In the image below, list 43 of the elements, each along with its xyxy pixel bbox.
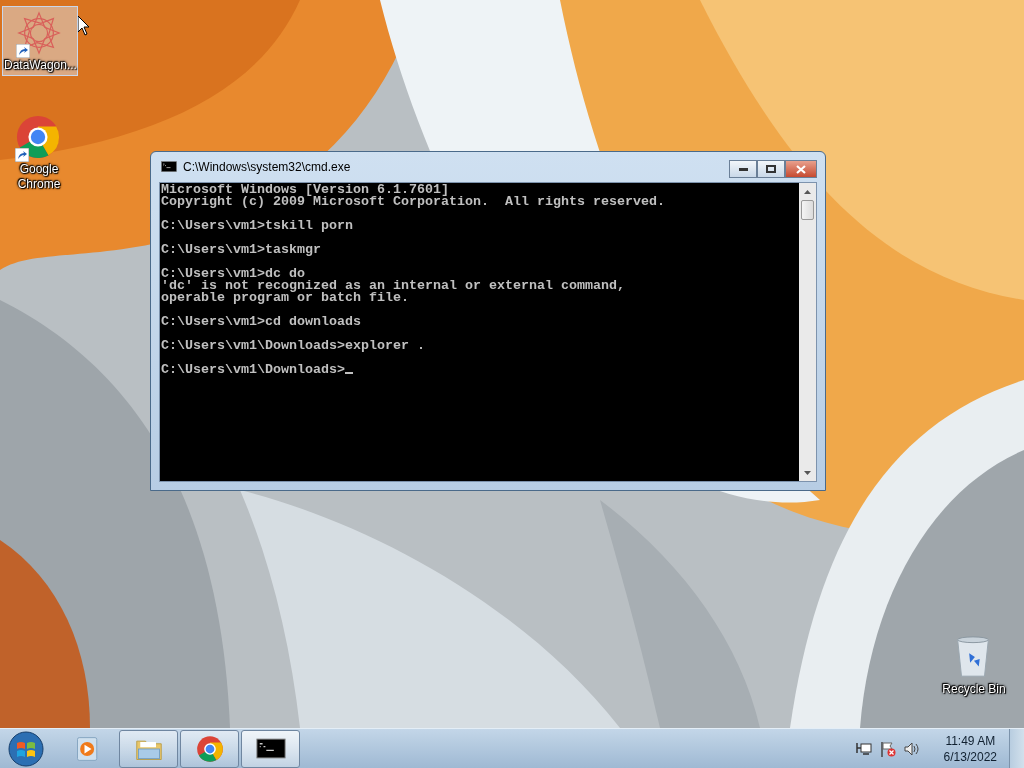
mouse-pointer-icon: [77, 15, 90, 36]
taskbar-button[interactable]: [241, 729, 300, 768]
flag-icon[interactable]: [879, 740, 896, 757]
maximize-button[interactable]: [757, 160, 785, 178]
console-line: Microsoft Windows [Version 6.1.7601]: [161, 184, 449, 196]
clock-date: 6/13/2022: [943, 748, 997, 765]
show-desktop-button[interactable]: [1009, 728, 1024, 768]
console-line: 'dc' is not recognized as an internal or external command,: [161, 280, 626, 292]
console-line: C:\Users\vm1>cd downloads: [161, 316, 362, 328]
icon-label: Google Chrome: [16, 162, 62, 192]
maximize-icon: [766, 165, 776, 173]
scroll-up-icon[interactable]: [804, 189, 811, 194]
chrome-icon: [15, 114, 61, 160]
window-title: C:\Windows\system32\cmd.exe: [183, 160, 352, 174]
desktop-shortcut[interactable]: Recycle Bin: [936, 630, 1012, 700]
icon-label: DataWagon...: [4, 58, 76, 73]
desktop-shortcut[interactable]: DataWagon...: [2, 6, 78, 76]
windows-logo-icon: [8, 730, 44, 767]
minimize-button[interactable]: [729, 160, 757, 178]
minimize-icon: [738, 167, 748, 171]
console-line: C:\Users\vm1\Downloads>explorer .: [161, 340, 426, 352]
start-button[interactable]: [6, 729, 46, 768]
star-pattern-icon: [16, 10, 62, 56]
console-line: operable program or batch file.: [161, 292, 410, 304]
scroll-down-icon[interactable]: [804, 470, 811, 475]
console-line: C:\Users\vm1>dc do: [161, 268, 305, 280]
console-line: C:\Users\vm1>tskill porn: [161, 220, 354, 232]
close-icon: [796, 164, 806, 174]
scroll-thumb[interactable]: [801, 200, 814, 220]
command-prompt-icon: [255, 738, 286, 759]
console-line: C:\Users\vm1>taskmgr: [161, 244, 322, 256]
network-icon[interactable]: [855, 740, 872, 757]
chrome-icon: [195, 734, 224, 763]
console-line: Copyright (c) 2009 Microsoft Corporation. All rights reserved.: [161, 196, 666, 208]
clock-time: 11:49 AM: [945, 732, 996, 749]
clock[interactable]: 11:49 AM 6/13/2022: [939, 732, 1001, 765]
speaker-icon[interactable]: [903, 740, 920, 757]
close-button[interactable]: [785, 160, 817, 178]
scrollbar[interactable]: [799, 183, 816, 481]
window-icon: [161, 161, 177, 173]
desktop-shortcut[interactable]: Google Chrome: [1, 110, 77, 195]
console-line: C:\Users\vm1\Downloads>: [161, 364, 799, 376]
icon-label: Recycle Bin: [941, 682, 1007, 697]
